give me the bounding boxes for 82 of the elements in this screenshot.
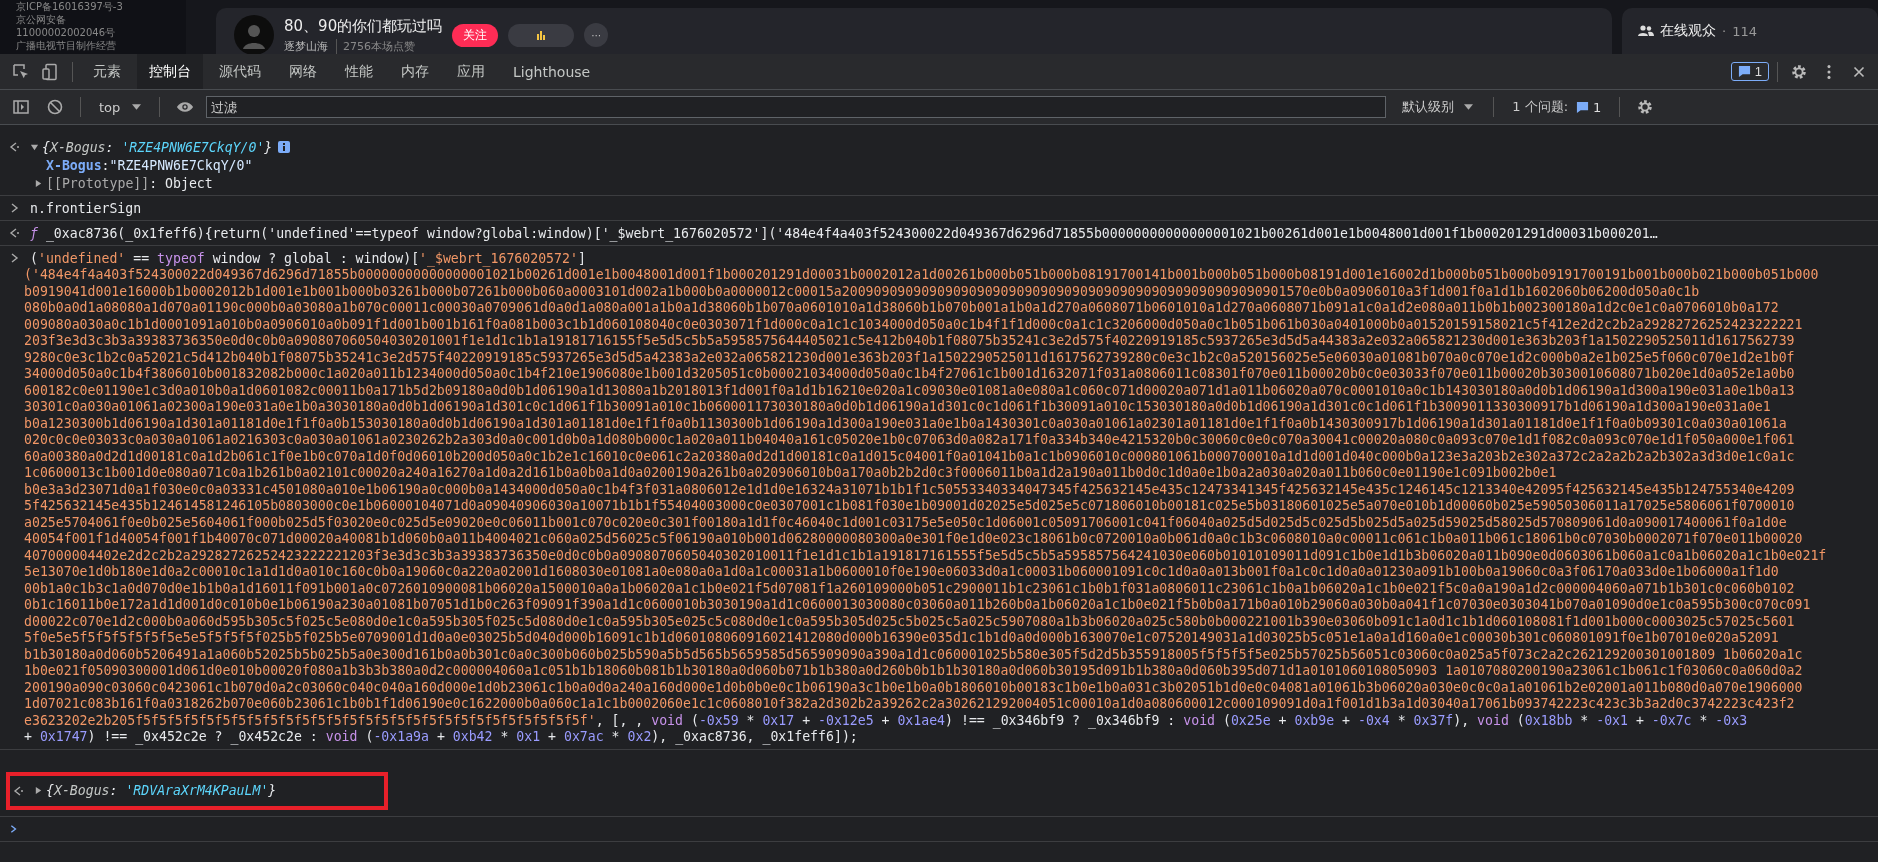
prototype-property: [[Prototype]]: Object [46, 174, 213, 192]
code-line: + 0x1747) !== _0x452c2e ? _0x452c2e : void (-0x1a9a + 0xb42 * 0x1 + 0x7ac * 0x2), _0xac8736, _0x1feff6]); [24, 729, 858, 746]
footer-notice: 11000002002046号 [16, 26, 117, 39]
expand-triangle-icon[interactable] [30, 142, 39, 152]
code-line: 200190a090c03060c0423061c1b070d0a2c03060c040c040a160d000e1d0b23061c1b0a0d0a240a160d000e1d0b0b0e0c1b06190a3c1b0e1b0a0b1806010b00183c1b0e1b0a031c3b02051b1d0e0c04081a01061b3b06020a030e0c0c0a1a01061b2e02001a011b080d0a070e1906000 [24, 679, 1803, 696]
expand-triangle-icon[interactable] [34, 178, 43, 188]
settings-icon[interactable] [1636, 98, 1655, 116]
inspect-icon[interactable] [12, 62, 30, 81]
code-line: e3623202e2b205f5f5f5f5f5f5f5f5f5f5f5f5f5f5f5f5f5f5f5f5f5f5f5f5f5f5f5f5f', [, , void (-0x59 * 0x17 + -0x12e5 + 0x1ae4) !== _0x346bf9 ? _0x346bf9 : void (0x25e + 0xb9e + -0x4 * 0x37f), void (0x18bb * -0x1 + -0x7c * -0x3 [24, 712, 1748, 729]
separator-dot: · [1722, 23, 1727, 39]
log-level-dropdown[interactable]: 默认级别 [1394, 98, 1482, 116]
code-line: ('484e4f4a403f524300022d049367d6296d71855b00000000000000001021b00261d001e1b0048001d001f1b000201291d00031b0002012a1d00261b000b051b000b08191700141b001b000b051b000b08191d001e16002d1b000b051b000b09191700191b001b000b021b000b051b000 [24, 267, 1819, 284]
code-line: b0e3a3d23071d0a1f030e0c0a03331c4501080a010e1b06190a0c000b0a1434000d050a0c1b4f3f031a0806012e1d1d0e16324a31071b1b1f1c50553340334047345f425632145e435c12473341345f425632145e435c1246145c1213340e42095f425632145e435b124755340e4209 [24, 481, 1795, 498]
code-line: 5e13070e1d0b180e1d0a2c00010c1a1d1d0a010c160c0b0a19060c0a220a02001d1608030e01081a0e080a0a1d0a1c00031a1b0600010f0e190e06033d0a1c00031b060001091c0c1d0a0a013b001f0a1c0c1d0a0a01230a091b100b0a19060c0a3f06170a033d0e1b06000a1f1d0 [24, 564, 1779, 581]
code-line: b0a1230300b1d06190a1d301a01181d0e1f1f0a0b153030180a0d0b1d06190a1d301a01181d0e1f1f0a0b1130300b1d06190a1d300a190e031a0e1b0a1430301c0a030a01061a02301a01181d0e1f1f0a0b1430300917b1d06190a1d301a01181d0e1f1f0a0b09301c0a030a01061a [24, 415, 1787, 432]
devtools-tab[interactable]: 网络 [277, 54, 329, 89]
code-line: 600182c0e01190e1c3d0a010b0a1d0601082c00011b0a171b5d2b09180a0d0b1d06190a1d13080a1b2018013f1d001f0a1d1b16210e020a1c09030e01081a0e080a1c060c071d00020a071d1a011b06020a070c0001010a0c1b143030180a0d0b1d06190a1d300a190e031a0e1b0a13 [24, 382, 1795, 399]
info-icon[interactable] [278, 141, 291, 153]
input-text: n.frontierSign [30, 199, 142, 217]
clear-console-icon[interactable] [46, 98, 64, 116]
devtools-tab[interactable]: Lighthouse [501, 54, 603, 89]
footer-notice: 广播电视节目制作经营 [16, 39, 117, 52]
audience-count: 114 [1732, 23, 1757, 39]
code-line: 9280c0e3c1b2c0a52021c5d412b040b1f08075b35241c3e2d575f40220919185c5937265e3d5d5a42383a2e032a065821230d001e363b203f1a1502290525011d1617562739280c0e3c1b2c0a520156025e5e06030a01081b070a0c070e1d2c000b0a2e1b025e5f060c070e1d2e1b0f [24, 349, 1795, 366]
code-line: 1b0e021f05090300001d061d0e010b00020f080a1b3b3b380a0d2c000004060a1c051b1b18060b081b1b30180a0d060b071b1b380a0d260b0b1b1b30180a0d060b30195d091b1b380a0d060b395d071d1a0101060108050903 1a0107080200190a23061c1b061c1f03060c0a060d0a2 [24, 663, 1803, 680]
devtools-tab[interactable]: 性能 [333, 54, 385, 89]
devtools-tab[interactable]: 控制台 [137, 54, 203, 89]
follow-button[interactable]: 关注 [452, 23, 499, 47]
bars-icon [536, 30, 547, 40]
code-line: 0b1c16011b0e172a1d1d001d0c010b0e1b06190a230a01081b07051d1b0c263f09091f390a1d1c0600010b3030190a1d1c0600013030080c03060a011b260b0a1b06020a1c1b0e021f5b0b0a171b0a010b29060a030b0a041f1c07030e0303041b070a01090d0e1c0a595b300c070c091 [24, 597, 1811, 614]
footer-notice: 京公网安备 [16, 13, 67, 26]
code-line: 40054f001f1d40054f001f1b40070c071d00020a40081b1d060b0a011b4004021c060a025d56025c5f06190a010b001d06280000080300a0e301f0e1d0e023c18061b0c0720010a0b061d0a0c1b3c0608010a0c00011c061c1b0a011b061c18061b0c07030b0002071f070e011b00020 [24, 531, 1803, 548]
object-property: X-Bogus:"RZE4PNW6E7CkqY/0" [46, 156, 253, 174]
people-icon [1638, 25, 1654, 37]
code-line: 080b0a0d1a08080a1d070a01190c000b0a03080a1b070c00011c00030a0709061d0a0d1a080a001a1b0a1d38060b1b070a0601010a1d38060b1b070b001a1b0a1d270a0608071b0601010a1d270a0608071b091a1c0a1d2e080a011b0b1b002300180a1d2c0e1c0a0706010b0a172 [24, 300, 1779, 317]
code-line: 1d07021c083b161f0a0318262b070e060b23061c1b0b1f1d06190e0c1622000b0a060c1a1c1b0002060e1c1c0608010f382a2d302b2a39262c2a302621292004051c00010a1d0a080600012c000109091d0a1f001d1b3a1d03040a17061b093742223c423c3b3a2d0c3742223c423f2 [24, 696, 1795, 713]
output-arrow-icon [8, 227, 20, 239]
code-line: 1c0600013c1b001d0e080a071c0a1b261b0a02101c00020a240a16270a1d0a2d161b0a0b0a1d0a0200190a261b0a020906010b0a170a0b2b2d0c3f0006011b0a1d2a190a011b0d0c1d0a0e1b0a2a030a020a011b060c0e01190e1c091b002b0e1 [24, 465, 1557, 482]
code-line: d00022c070e1d2c000b0a060d595b305c5f025c5e080d0e1c0a595b305f025c5d080d0e1c0a595b305e025c5c080d0e1c0a595b305d025c5b025c5a025c5907080a1b3b06020a025c580b0b000221001b390e03060b091c1a0d1c1b1d060108081f1d001b000c0003025c57025c5601 [24, 613, 1795, 630]
streamer-name[interactable]: 逐梦山海 [284, 38, 328, 54]
devtools-tab[interactable]: 应用 [445, 54, 497, 89]
object-preview: {X-Bogus: 'RDVAraXrM4KPauLM'} [46, 782, 277, 799]
stream-title: 80、90的你们都玩过吗 [284, 16, 443, 36]
code-line: a025e5704061f0e0b025e5604061f000b025d5f03020e0c025d5e09020e0c06011b001c070c020e0c301f00180a1d1f0c46040c1d001c03175e5e050c1d06001c05091706001c041f06040a025d5d025d5c025d5b025d5a025d59025d58025d570809061d0a090017400061f0a1d0e [24, 514, 1787, 531]
code-line: b0919041d001e16000b1b0002012b1d001e1b001b000b03261b000b07261b000b060a0003101d002a1b000b0a0000012c00015a20090909090909090909090909090909090909090909090909090901570e0b0a0906010a3f1d001f0a1d1b1602060b06200d050a0c1b [24, 283, 1700, 300]
code-line: 5f0e5e5f5f5f5f5f5f5e5e5f5f5f5f025b5f025b5e0709001d1d0a0e03025b5d040d000b16091c1b1d060108060916021412080d000b16390e035d1c1b1d0a0d000b1630070e1c07520149031a1d03025b5c051e1a0a1d160a0e1c00030b301c060801091f0e1b07010e020a52091 [24, 630, 1779, 647]
function-output: ƒ _0xac8736(_0x1feff6){return('undefined'==typeof window?global:window)['_$webrt_1676020572']('484e4f4a403f524300022d049367d6296d71855b00000000000000001021b00261d001e1b0048001d001f1b000201291d00031b000201… [30, 224, 1658, 242]
code-line: b1b30180a0d060b5206491a1a060b52025b5b025b5a0e300d161b0a0b301c0a0c300b060b025b590a5b5d565b5659585d565909090a390a1d1c060001025b580e305f5d2d5b355918005f5f5f5f5e025b57025b56051c03060c0a025a5f073c2a2c262129200301001809 1b06020a1c [24, 646, 1803, 663]
expand-triangle-icon[interactable] [34, 786, 43, 795]
device-icon[interactable] [42, 62, 60, 81]
footer-notice: 京ICP备16016397号-3 [16, 0, 124, 13]
message-icon [1576, 100, 1590, 114]
code-line: ('undefined' == typeof window ? global : window)['_$webrt_1676020572'] [30, 249, 586, 267]
like-count: 2756本场点赞 [336, 38, 415, 54]
messages-badge[interactable]: 1 [1730, 62, 1769, 81]
settings-icon[interactable] [1790, 62, 1808, 81]
code-line: 020c0c0e03033c0a030a01061a0216303c0a030a01061a0230262b2a303d0a0c001d0b0a1d080b000c1a020a011b04040a161c05020e1b0c07063d0a082a171f0a334b340e4215320b0c30060c0e0c070a30041c00020a080c0a093c070e1d1f082c0a093c070e1d1f050a000e1f061 [24, 432, 1795, 449]
code-line: 34000d050a0c1b4f3806010b001832082b000c1a020a011b1234000d050a0c1b4f210e1906080e1b001d3205051c0b00021034000d050a0c1b4f27061c1b001d1632071f031a0806011c08301f070e011b00020b0c0e03033f070e011b00020b3030010608071b020e1d0a052e1a0b0 [24, 366, 1795, 383]
code-line: 009080a030a0c1b1d0001091a010b0a0906010a0b091f1d001b001b161f0a081b003c1b1d060108040c0e0303071f1d000c0a1c1c1034000d050a0c1b4f1f1d000c0a1c1c3206000d050a0c1b051b061b030a0401000b0a01520159158021c5f412e2d2c2b2a29282726252423222221 [24, 316, 1803, 333]
prompt-chevron-icon[interactable] [8, 823, 18, 834]
devtools-tab[interactable]: 元素 [81, 54, 133, 89]
audience-label: 在线观众 [1660, 22, 1716, 40]
caret-icon [1464, 104, 1474, 110]
filter-field[interactable]: 过滤 [206, 96, 1387, 118]
code-line: 60a00380a0d2d1d00181c0a1d2b061c1f0e1b0c070a1d0f0d06010b200d050a0c1b2e1c16010c0e061c2a20380a0d2d1d00181c0a1d015c04001f0a01041b0a1c1b0906010c000801061b000700010a1d1d001d040c000b0a123e3a203b2e302a372c2a2a2b2a2b302a3d3d0e1c0a1c [24, 448, 1795, 465]
code-line: 00b1a0c1b3c1a0d070d0e1b1b0a1d16011f091b001a0c0726010900081b06020a1500010a0a1b06020a1c1b0e021f5d07081f1a260109000b051c2900011b1c23061c1b0b1f031a0806011c23061c1b0a1b06020a1c1b0e021f5c0a0a190a1d2c000004060a071b1b301c0c060b0102 [24, 580, 1795, 597]
devtools-tab[interactable]: 源代码 [207, 54, 273, 89]
more-button[interactable]: ··· [584, 23, 609, 47]
output-arrow-icon [12, 784, 24, 797]
output-arrow-icon [8, 141, 20, 153]
code-line: 30301c0a030a01061a02300a190e031a0e1b0a3030180a0d0b1d06190a1d301c0c1d061f1b30091a010c1b060001173030180a0d0b1d06190a1d301c0c1d061f1b30091a010c153030180a0d0b1d06190a1d301c0c1d061f1b3009011330300917b1d06190a1d300a190e031a0e1 [24, 399, 1771, 416]
code-line: 203f3e3d3c3b3a39383736350e0d0c0b0a090807060504030201001f1e1d1c1b1a19181716155f5e5d5c5b5a5958575644405021c5e412b040b1f08075b35241c3e2d575f40220919185c5937265e3d5d5a44383a2e032a065821230d001e363b203f1a1502290525011d1617562739 [24, 333, 1795, 350]
code-line: 5f425632145e435b124614581246105b0803000c0e1b06000104071d0a09040906030a10071b1b1f55404003000c0e0307001c1b081f030e1b09001d02025e5d025e5c071806010b00181c025e5b03180601025e5a070e010b1d00060b025e59050306011a17025e5806061f0700010 [24, 498, 1795, 515]
caret-icon [132, 104, 142, 110]
context-dropdown[interactable]: top [93, 98, 148, 116]
issues-button[interactable]: 1 个问题: 1 [1506, 97, 1608, 117]
sidebar-toggle-icon[interactable] [12, 98, 30, 116]
object-preview: {X-Bogus: 'RZE4PNW6E7CkqY/0'} [42, 138, 273, 156]
fan-club-button[interactable] [508, 23, 575, 47]
message-icon [1737, 65, 1751, 78]
code-line: 407000004402e2d2c2b2a29282726252423222221203f3e3d3c3b3a39383736350e0d0c0b0a0908070605040302010011f1e1d1c1b1a191817161555f5e5d5c5b5a595857564241030e060b01010109011d091c1b0e1d1b3b06020a011b090e0d0603061b060a1c0a1b06020a1c1b0e021f [24, 547, 1827, 564]
devtools-tab[interactable]: 内存 [389, 54, 441, 89]
